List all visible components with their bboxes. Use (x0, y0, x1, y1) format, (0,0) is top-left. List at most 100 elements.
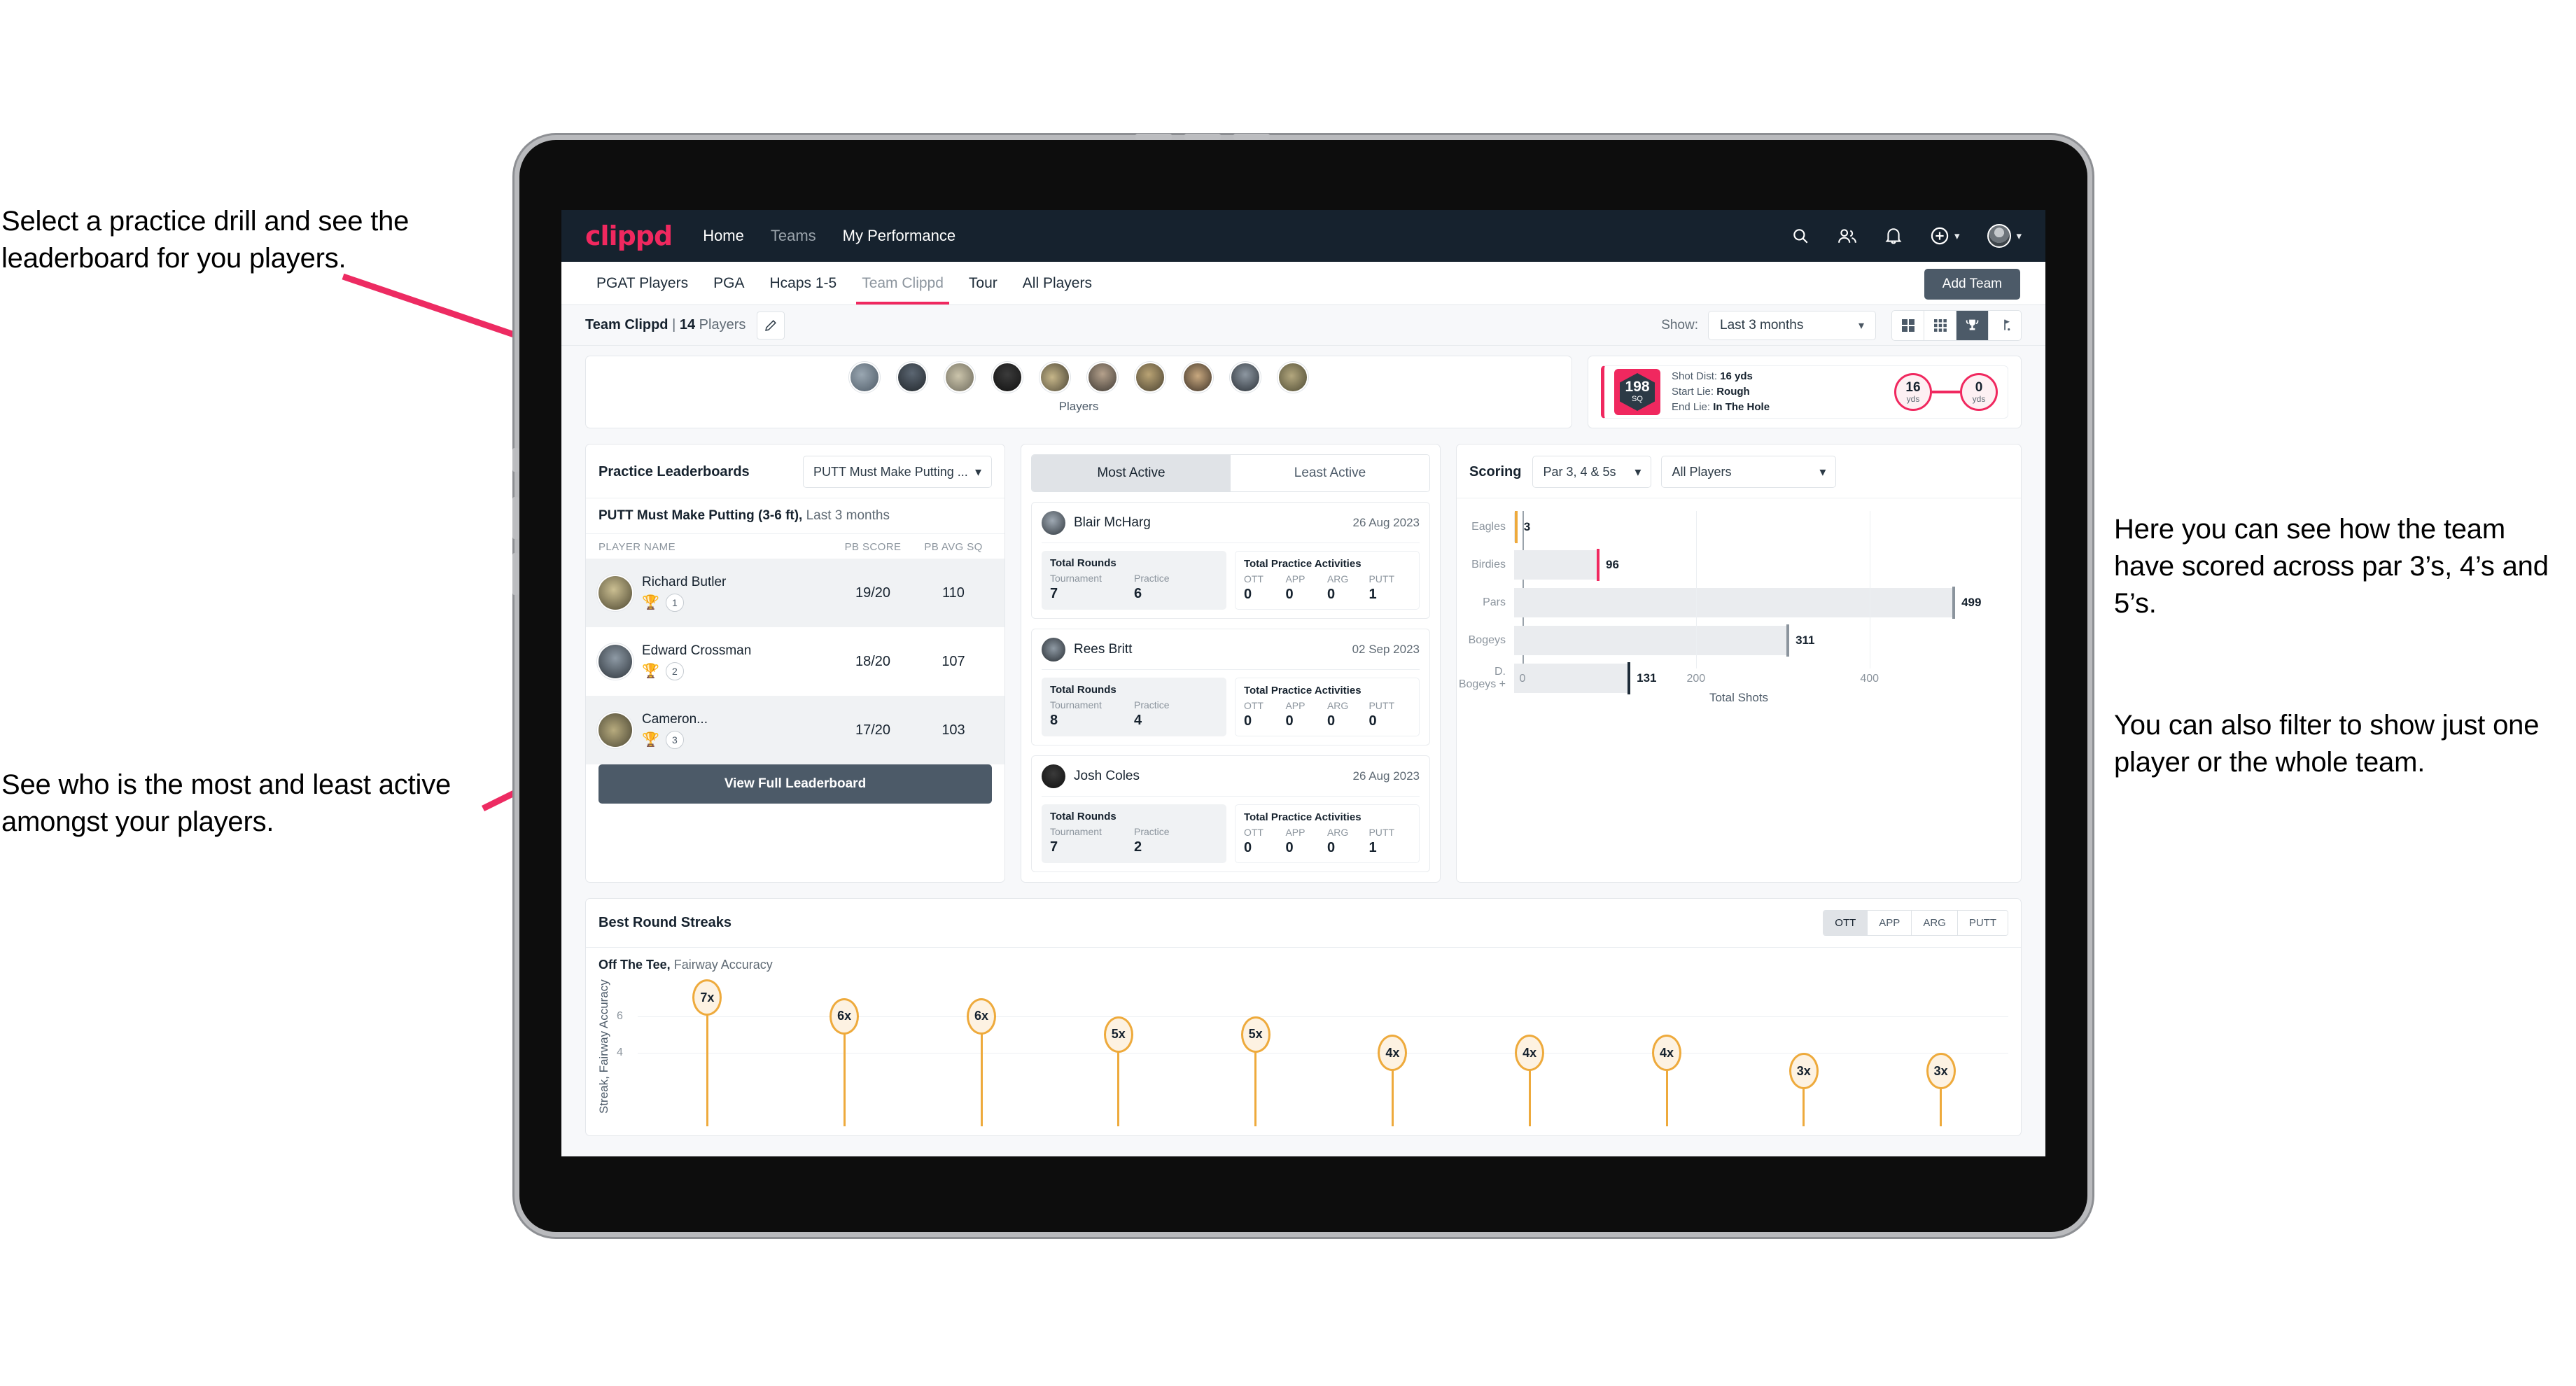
start-lie-value: Rough (1716, 386, 1750, 398)
nav-my-performance[interactable]: My Performance (843, 227, 955, 245)
value-putt: 0 (1368, 713, 1377, 729)
player-avatar[interactable] (1087, 362, 1118, 393)
search-icon[interactable] (1791, 227, 1809, 245)
start-distance-unit: yds (1906, 393, 1920, 404)
chart-bar-track: 131 (1514, 662, 2008, 694)
par-filter-select[interactable]: Par 3, 4 & 5s ▾ (1532, 456, 1652, 488)
add-team-button[interactable]: Add Team (1924, 269, 2020, 300)
streak-bubble[interactable]: 6x (967, 997, 996, 1035)
player-avatar[interactable] (1135, 362, 1166, 393)
avatar (598, 645, 632, 678)
streak-bubble[interactable]: 5x (1103, 1016, 1133, 1053)
chevron-down-icon: ▾ (1819, 464, 1826, 479)
shot-detail-inner: 198 SQ Shot Dist: 16 yds Start Lie: Roug… (1601, 365, 2008, 419)
player-filter-select[interactable]: All Players ▾ (1661, 456, 1837, 488)
streak-bubble[interactable]: 4x (1378, 1035, 1408, 1071)
streak-stem: 4x (1652, 1035, 1681, 1126)
streak-bubble[interactable]: 3x (1926, 1053, 1956, 1090)
tab-pga[interactable]: PGA (701, 262, 757, 304)
bell-icon[interactable] (1885, 227, 1902, 245)
streak-stem: 4x (1515, 1035, 1545, 1126)
player-avatar[interactable] (1230, 362, 1261, 393)
player-avatar[interactable] (1182, 362, 1213, 393)
end-lie-label: End Lie: (1672, 400, 1711, 413)
leaderboard-row[interactable]: Edward Crossman 🏆 2 18/20 107 (586, 627, 1004, 696)
toggle-putt[interactable]: PUTT (1957, 911, 2008, 935)
activity-card-header: Rees Britt 02 Sep 2023 (1042, 638, 1420, 662)
player-avatar[interactable] (897, 362, 927, 393)
plus-circle-icon[interactable]: ▾ (1930, 226, 1959, 246)
chart-bar-fill (1514, 588, 1955, 617)
tab-all-players[interactable]: All Players (1010, 262, 1105, 304)
value-putt: 1 (1368, 840, 1377, 855)
team-summary: Team Clippd | 14 Players (585, 317, 746, 333)
people-icon[interactable] (1837, 227, 1857, 245)
avatar[interactable]: ▾ (1987, 224, 2022, 248)
annotation-scoring-explained: Here you can see how the team have score… (2114, 514, 2549, 619)
streak-stem: 6x (830, 997, 860, 1126)
streak-bubble[interactable]: 3x (1788, 1053, 1819, 1090)
toggle-app[interactable]: APP (1868, 911, 1912, 935)
streak-bubble[interactable]: 7x (692, 979, 722, 1016)
streak-bubble[interactable]: 4x (1515, 1035, 1545, 1071)
total-rounds-title: Total Rounds (1050, 684, 1116, 696)
tab-pgat-players[interactable]: PGAT Players (584, 262, 701, 304)
avatar (1042, 764, 1065, 788)
drill-select[interactable]: PUTT Must Make Putting ... ▾ (803, 456, 992, 488)
chart-bar-cap (1952, 587, 1956, 619)
sq-label: SQ (1632, 395, 1643, 404)
edit-team-button[interactable] (757, 311, 785, 340)
tablet-button (512, 448, 519, 472)
chart-bar-row: Pars 499 (1457, 587, 2008, 619)
player-avatar[interactable] (992, 362, 1023, 393)
acts-labels: OTT APP ARG PUTT (1244, 827, 1410, 838)
pb-score-value: 17/20 (855, 722, 891, 738)
label-practice: Practice (1133, 699, 1170, 710)
player-avatar[interactable] (1278, 362, 1308, 393)
activity-player-card[interactable]: Josh Coles 26 Aug 2023 Total Rounds Tour… (1031, 755, 1430, 872)
chart-bar-row: D. Bogeys + 131 (1457, 662, 2008, 694)
player-avatar[interactable] (1040, 362, 1070, 393)
tab-tour[interactable]: Tour (956, 262, 1010, 304)
date-range-select[interactable]: Last 3 months ▾ (1708, 310, 1876, 340)
activity-player-card[interactable]: Blair McHarg 26 Aug 2023 Total Rounds To… (1031, 502, 1430, 619)
practice-activities-block: Total Practice Activities OTT APP ARG PU… (1234, 678, 1420, 736)
clippd-logo[interactable]: clippd (585, 220, 673, 251)
player-avatar[interactable] (849, 362, 880, 393)
streak-bubble[interactable]: 4x (1652, 1035, 1681, 1071)
view-flag-button[interactable] (1989, 311, 2021, 340)
toggle-arg[interactable]: ARG (1912, 911, 1958, 935)
chart-bars: Eagles 3 Birdies 96 Pars 499 Bogeys 311 D. Bogey… (1457, 511, 2008, 694)
nav-teams[interactable]: Teams (771, 227, 816, 245)
practice-activities-title: Total Practice Activities (1243, 558, 1362, 570)
player-name: Blair McHarg (1074, 515, 1151, 530)
player-name: Cameron... (642, 711, 708, 727)
nav-home[interactable]: Home (703, 227, 744, 245)
avatar (598, 576, 632, 610)
view-grid-large-button[interactable] (1892, 310, 1924, 340)
leaderboard-row[interactable]: Cameron... 🏆 3 17/20 103 (586, 696, 1004, 764)
leaderboard-title: Practice Leaderboards (598, 463, 750, 479)
view-grid-small-button[interactable] (1924, 310, 1956, 340)
tab-most-active[interactable]: Most Active (1032, 455, 1231, 491)
player-avatar[interactable] (944, 362, 975, 393)
tab-hcaps-1-5[interactable]: Hcaps 1-5 (757, 262, 849, 304)
leaderboard-row[interactable]: Richard Butler 🏆 1 19/20 110 (586, 559, 1004, 627)
streak-bubble[interactable]: 5x (1240, 1016, 1270, 1053)
team-player-count: 14 (679, 317, 696, 332)
toggle-ott[interactable]: OTT (1823, 911, 1868, 935)
rank-pill: 2 (665, 662, 684, 680)
pencil-icon (765, 319, 777, 331)
main-row: Practice Leaderboards PUTT Must Make Put… (585, 444, 2022, 883)
end-distance-unit: yds (1972, 393, 1986, 404)
best-round-streaks-card: Best Round Streaks OTT APP ARG PUTT Off … (585, 898, 2022, 1136)
scoring-card: Scoring Par 3, 4 & 5s ▾ All Players ▾ Ea… (1456, 444, 2022, 883)
activity-player-card[interactable]: Rees Britt 02 Sep 2023 Total Rounds Tour… (1031, 629, 1430, 746)
tab-team-clippd[interactable]: Team Clippd (849, 262, 956, 304)
view-full-leaderboard-button[interactable]: View Full Leaderboard (598, 764, 992, 804)
label-app: APP (1285, 700, 1306, 711)
label-practice: Practice (1133, 826, 1170, 837)
tab-least-active[interactable]: Least Active (1231, 455, 1429, 491)
view-trophy-button[interactable] (1956, 310, 1989, 340)
streak-bubble[interactable]: 6x (830, 997, 860, 1035)
